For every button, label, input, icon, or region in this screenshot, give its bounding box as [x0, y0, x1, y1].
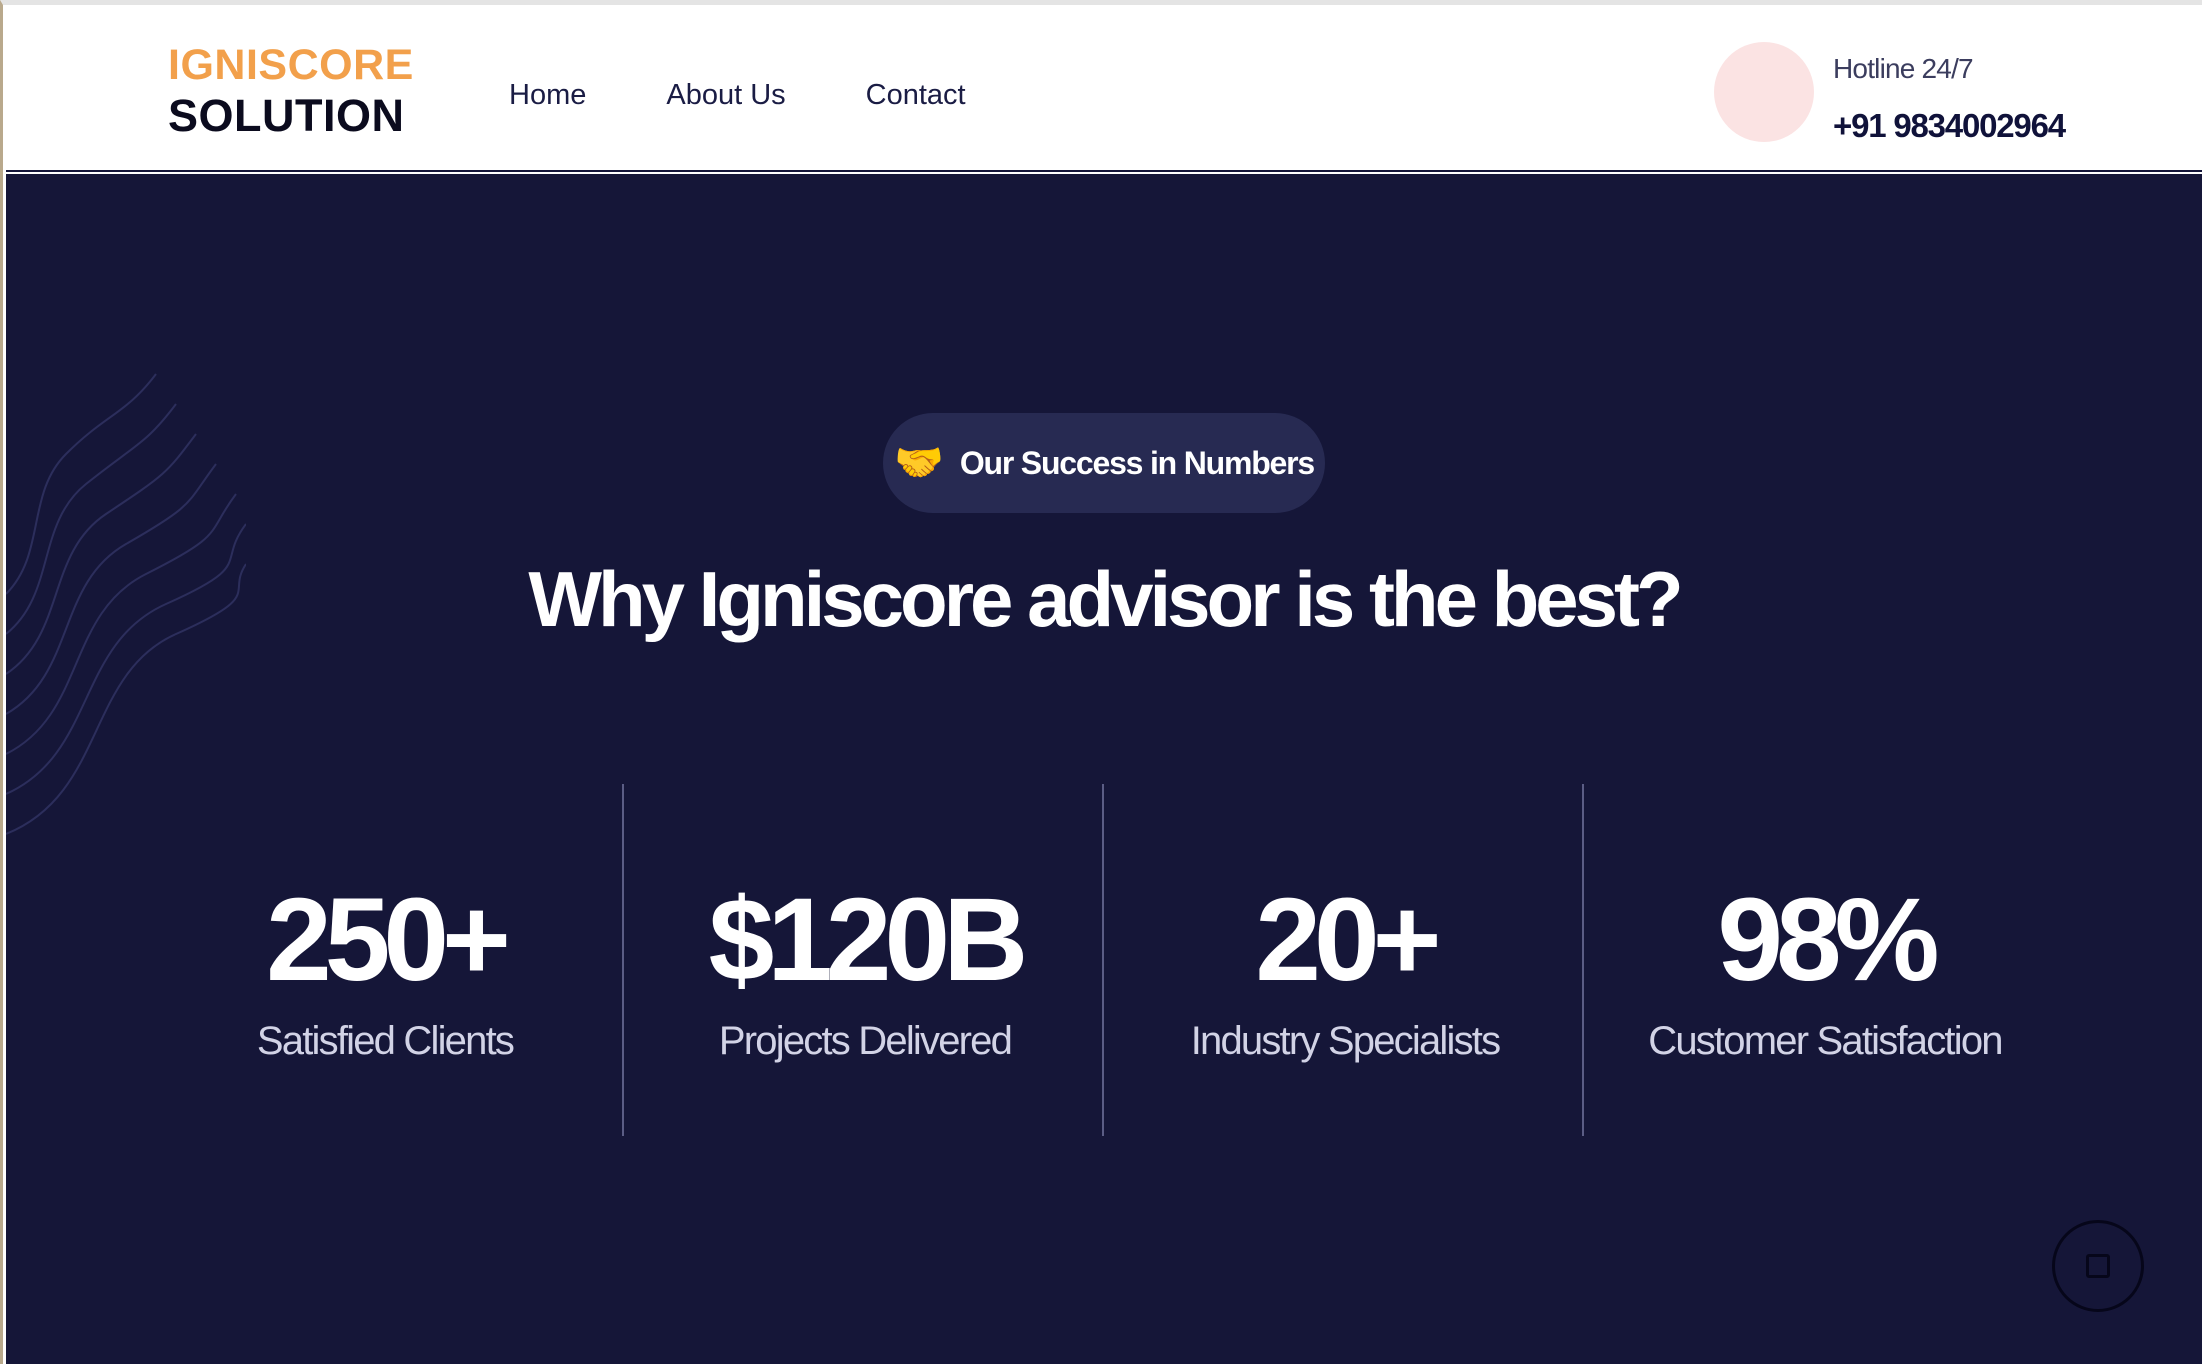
handshake-icon: 🤝: [894, 441, 944, 485]
stat-projects-delivered: $120B Projects Delivered: [625, 784, 1105, 1136]
site-header: IGNISCORE SOLUTION Home About Us Contact…: [6, 10, 2202, 172]
stat-value: $120B: [708, 874, 1029, 1006]
nav-link-contact[interactable]: Contact: [866, 78, 966, 112]
stat-customer-satisfaction: 98% Customer Satisfaction: [1585, 784, 2065, 1136]
nav-link-about-us[interactable]: About Us: [666, 78, 785, 112]
stat-label: Projects Delivered: [718, 1019, 1013, 1063]
main-nav: Home About Us Contact: [509, 78, 966, 112]
stat-label: Industry Specialists: [1190, 1019, 1501, 1063]
stat-industry-specialists: 20+ Industry Specialists: [1105, 784, 1585, 1136]
stat-divider: [622, 784, 624, 1136]
page: IGNISCORE SOLUTION Home About Us Contact…: [0, 0, 2202, 1364]
phone-circle-icon: [1714, 42, 1814, 142]
stat-divider: [1582, 784, 1584, 1136]
success-numbers-section: 🤝 Our Success in Numbers Why Igniscore a…: [6, 174, 2202, 1364]
logo-text-bottom: SOLUTION: [168, 90, 405, 141]
success-badge-text: Our Success in Numbers: [959, 444, 1315, 481]
scroll-to-top-button[interactable]: [2052, 1220, 2144, 1312]
nav-link-home[interactable]: Home: [509, 78, 586, 112]
stat-value: 20+: [1255, 874, 1441, 1006]
hotline-label: Hotline 24/7: [1833, 53, 1974, 84]
stat-satisfied-clients: 250+ Satisfied Clients: [145, 784, 625, 1136]
logo-text-top: IGNISCORE: [168, 41, 414, 89]
stat-divider: [1102, 784, 1104, 1136]
stats-row: 250+ Satisfied Clients $120B Projects De…: [6, 784, 2202, 1136]
stat-value: 250+: [266, 874, 511, 1006]
hotline-number[interactable]: +91 9834002964: [1833, 106, 2066, 146]
stat-label: Customer Satisfaction: [1648, 1019, 2003, 1063]
section-headline: Why Igniscore advisor is the best?: [528, 555, 1683, 643]
logo[interactable]: IGNISCORE SOLUTION: [168, 40, 414, 142]
success-badge: 🤝 Our Success in Numbers: [883, 413, 1325, 513]
stat-value: 98%: [1717, 874, 1939, 1006]
stat-label: Satisfied Clients: [256, 1019, 515, 1063]
square-icon: [2086, 1254, 2110, 1278]
